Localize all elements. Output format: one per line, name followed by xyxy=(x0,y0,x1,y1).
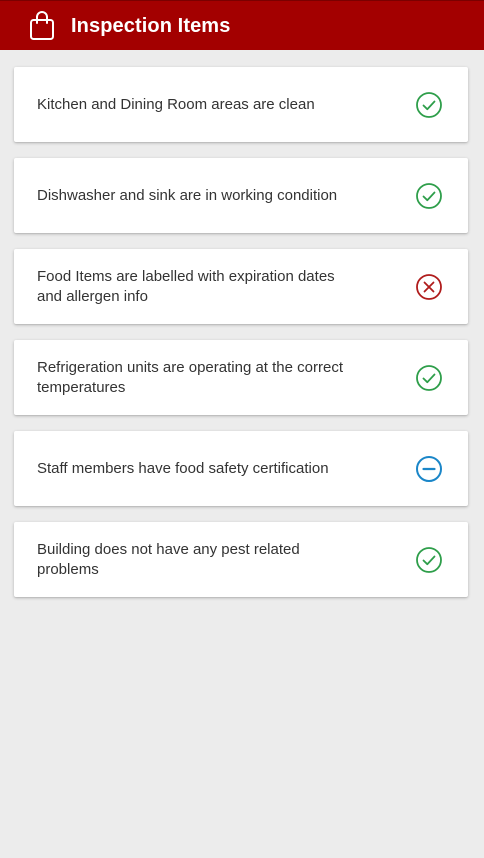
inspection-item-label: Food Items are labelled with expiration … xyxy=(37,267,335,305)
x-circle-icon[interactable] xyxy=(415,273,443,301)
inspection-item-label: Refrigeration units are operating at the… xyxy=(37,358,343,396)
inspection-item[interactable]: Dishwasher and sink are in working condi… xyxy=(14,158,468,233)
inspection-item[interactable]: Kitchen and Dining Room areas are clean xyxy=(14,67,468,142)
inspection-item-label: Building does not have any pest related … xyxy=(37,540,300,578)
page-title: Inspection Items xyxy=(71,15,231,37)
inspection-item[interactable]: Refrigeration units are operating at the… xyxy=(14,340,468,415)
inspection-item[interactable]: Food Items are labelled with expiration … xyxy=(14,249,468,324)
check-circle-icon[interactable] xyxy=(415,91,443,119)
inspection-item-label: Dishwasher and sink are in working condi… xyxy=(37,186,338,204)
check-circle-icon[interactable] xyxy=(415,182,443,210)
app-header: Inspection Items xyxy=(0,0,484,50)
inspection-item[interactable]: Building does not have any pest related … xyxy=(14,522,468,597)
inspection-item-label: Staff members have food safety certifica… xyxy=(37,459,329,477)
check-circle-icon[interactable] xyxy=(415,546,443,574)
inspection-item-label: Kitchen and Dining Room areas are clean xyxy=(37,95,315,113)
shopping-bag-icon xyxy=(29,11,55,41)
minus-circle-icon[interactable] xyxy=(415,455,443,483)
inspection-list: Kitchen and Dining Room areas are clean … xyxy=(14,67,468,613)
check-circle-icon[interactable] xyxy=(415,364,443,392)
inspection-item[interactable]: Staff members have food safety certifica… xyxy=(14,431,468,506)
